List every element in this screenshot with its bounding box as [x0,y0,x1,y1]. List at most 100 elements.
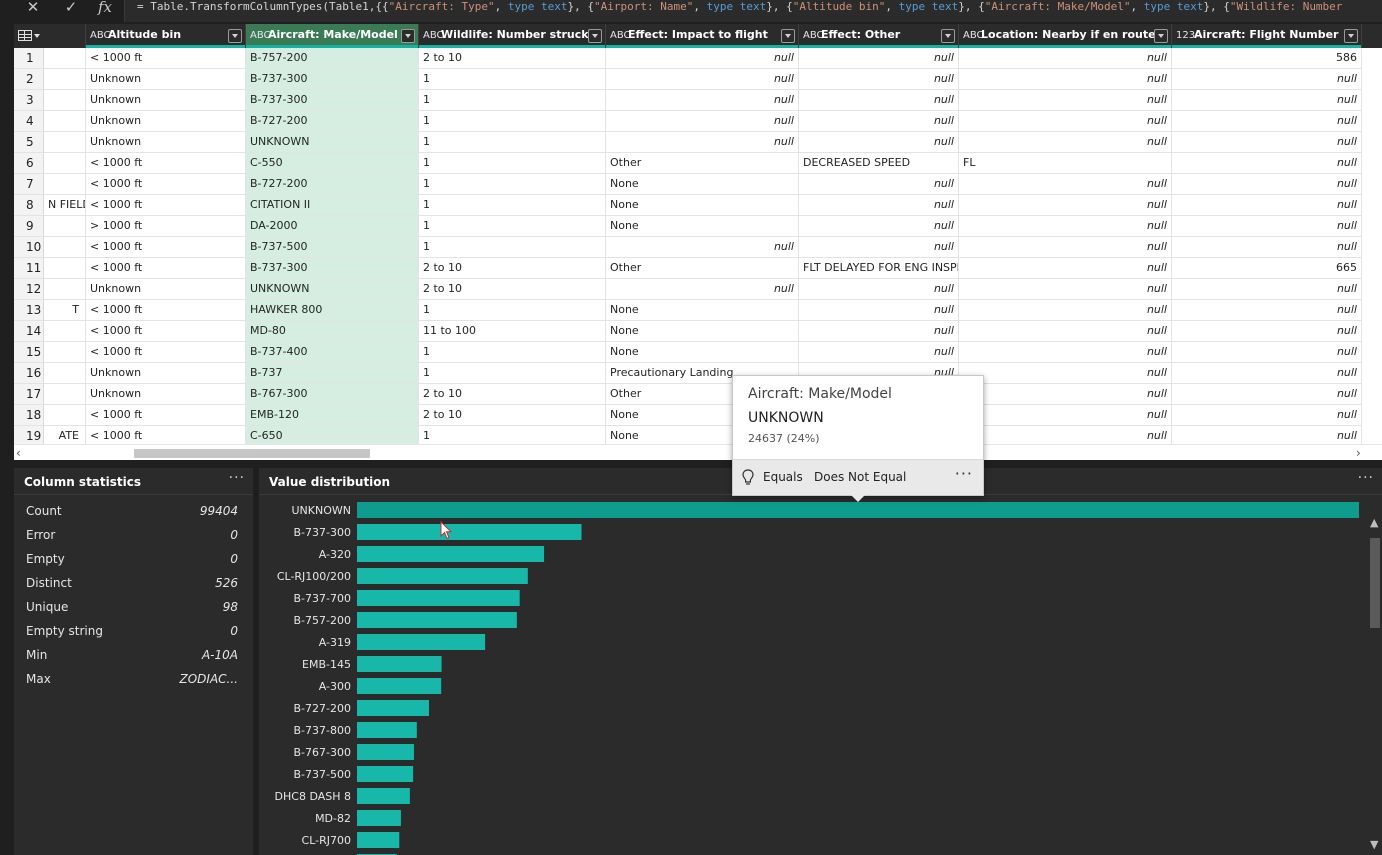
cell-impact[interactable]: None [606,195,799,216]
cell-other[interactable]: null [799,216,959,237]
cell-impact[interactable]: null [606,48,799,69]
cell-wild[interactable]: 1 [419,237,606,258]
cell-wild[interactable]: 1 [419,195,606,216]
filter-dropdown-icon[interactable] [588,29,602,43]
row-number[interactable]: 12 [14,279,44,300]
cell-other[interactable]: null [799,195,959,216]
cell-flight[interactable]: null [1172,174,1362,195]
cell-flight[interactable]: null [1172,405,1362,426]
close-icon[interactable]: ✕ [18,0,48,15]
cell-partial[interactable] [44,90,86,111]
value-bar[interactable] [357,502,1359,518]
row-number[interactable]: 9 [14,216,44,237]
cell-impact[interactable]: null [606,111,799,132]
cell-model[interactable]: B-737-300 [246,69,419,90]
text-type-icon[interactable]: ABC [606,25,631,47]
filter-dropdown-icon[interactable] [401,29,415,43]
cell-loc[interactable]: null [959,321,1172,342]
cell-flight[interactable]: null [1172,216,1362,237]
table-row[interactable]: 16 Unknown B-737 1 Precautionary Landing null… [14,363,1382,384]
value-bar[interactable] [357,546,545,562]
row-number[interactable]: 6 [14,153,44,174]
cell-flight[interactable]: null [1172,342,1362,363]
cell-wild[interactable]: 1 [419,90,606,111]
cell-loc[interactable]: null [959,132,1172,153]
fx-icon[interactable]: fx [90,0,120,15]
row-number[interactable]: 15 [14,342,44,363]
table-row[interactable]: 6 < 1000 ft C-550 1 Other DECREASED SPEED FL nu… [14,153,1382,174]
value-bar[interactable] [357,678,442,694]
cell-other[interactable]: null [799,237,959,258]
table-row[interactable]: 7 < 1000 ft B-727-200 1 None null null null [14,174,1382,195]
cell-model[interactable]: UNKNOWN [246,279,419,300]
more-options-icon[interactable]: ··· [955,464,973,483]
cell-loc[interactable]: null [959,111,1172,132]
more-options-icon[interactable]: ··· [229,470,245,486]
cell-partial[interactable] [44,279,86,300]
table-row[interactable]: 4 Unknown B-727-200 1 null null null null [14,111,1382,132]
cell-partial[interactable] [44,237,86,258]
cell-wild[interactable]: 1 [419,342,606,363]
cell-loc[interactable]: null [959,258,1172,279]
cell-impact[interactable]: Other [606,258,799,279]
cell-flight[interactable]: null [1172,111,1362,132]
cell-alt[interactable]: Unknown [86,90,246,111]
cell-loc[interactable]: null [959,384,1172,405]
filter-dropdown-icon[interactable] [781,29,795,43]
cell-other[interactable]: null [799,132,959,153]
cell-alt[interactable]: Unknown [86,384,246,405]
scroll-right-icon[interactable]: › [1356,447,1368,459]
cell-flight[interactable]: null [1172,90,1362,111]
cell-alt[interactable]: < 1000 ft [86,237,246,258]
cell-alt[interactable]: < 1000 ft [86,174,246,195]
scroll-thumb[interactable] [1370,538,1380,628]
cell-alt[interactable]: < 1000 ft [86,405,246,426]
scroll-thumb[interactable] [134,449,370,458]
cell-flight[interactable]: null [1172,237,1362,258]
equals-button[interactable]: Equals [763,470,803,484]
cell-partial[interactable] [44,174,86,195]
cell-partial[interactable] [44,48,86,69]
filter-dropdown-icon[interactable] [1154,29,1168,43]
cell-model[interactable]: MD-80 [246,321,419,342]
table-row[interactable]: 14 < 1000 ft MD-80 11 to 100 None null null nul… [14,321,1382,342]
text-type-icon[interactable]: ABC [799,25,824,47]
table-row[interactable]: 11 < 1000 ft B-737-300 2 to 10 Other FLT DELA… [14,258,1382,279]
cell-flight[interactable]: 665 [1172,258,1362,279]
cell-partial[interactable] [44,153,86,174]
row-number[interactable]: 16 [14,363,44,384]
cell-other[interactable]: null [799,90,959,111]
cell-impact[interactable]: null [606,69,799,90]
cell-wild[interactable]: 1 [419,153,606,174]
cell-flight[interactable]: null [1172,195,1362,216]
cell-alt[interactable]: < 1000 ft [86,153,246,174]
row-number[interactable]: 7 [14,174,44,195]
column-header-model[interactable]: ABCAircraft: Make/Model [246,24,419,48]
row-number[interactable]: 5 [14,132,44,153]
cell-model[interactable]: B-737-300 [246,258,419,279]
cell-flight[interactable]: null [1172,69,1362,90]
cell-wild[interactable]: 11 to 100 [419,321,606,342]
table-row[interactable]: 8N FIELD< 1000 ftCITATION II1Nonenullnul… [14,195,1382,216]
cell-impact[interactable]: null [606,237,799,258]
cell-model[interactable]: B-757-200 [246,48,419,69]
text-type-icon[interactable]: ABC [86,25,111,47]
cell-loc[interactable]: FL [959,153,1172,174]
horizontal-scrollbar[interactable]: ‹ › [14,444,1382,460]
filter-dropdown-icon[interactable] [941,29,955,43]
cell-wild[interactable]: 1 [419,111,606,132]
row-number[interactable]: 11 [14,258,44,279]
cell-partial[interactable] [44,132,86,153]
cell-alt[interactable]: Unknown [86,132,246,153]
cell-partial[interactable] [44,69,86,90]
cell-model[interactable]: B-737-300 [246,90,419,111]
cell-loc[interactable]: null [959,279,1172,300]
check-icon[interactable]: ✓ [56,0,86,15]
cell-wild[interactable]: 1 [419,69,606,90]
cell-other[interactable]: null [799,300,959,321]
cell-alt[interactable]: < 1000 ft [86,258,246,279]
cell-model[interactable]: B-737-400 [246,342,419,363]
table-row[interactable]: 15 < 1000 ft B-737-400 1 None null null null [14,342,1382,363]
cell-partial[interactable]: T [44,300,86,321]
cell-loc[interactable]: null [959,405,1172,426]
